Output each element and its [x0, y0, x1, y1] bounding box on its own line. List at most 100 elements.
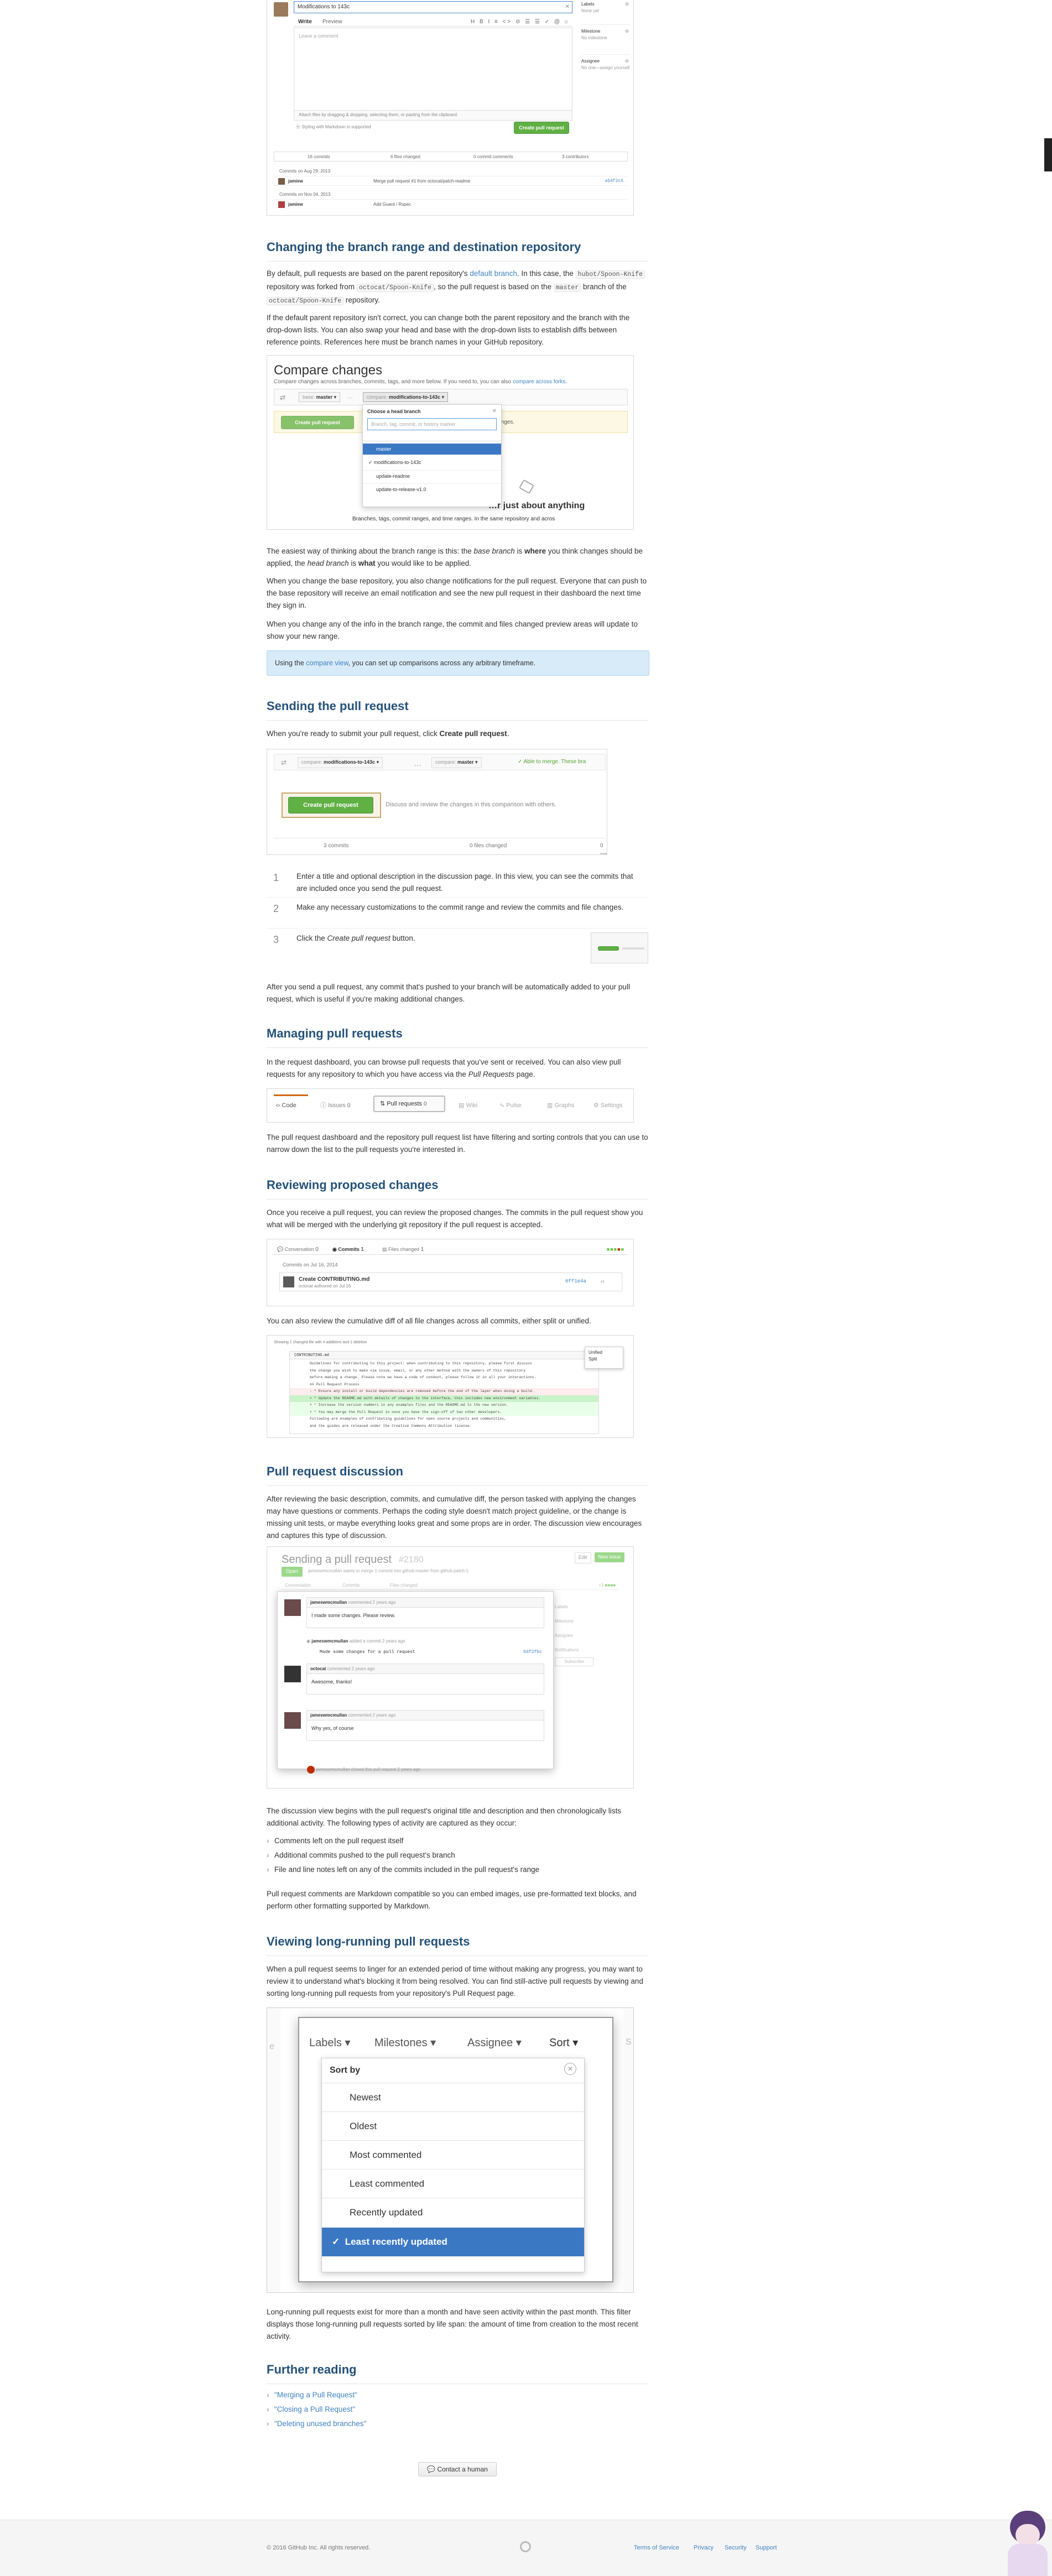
step-text: Click the Create pull request button. — [296, 934, 415, 942]
commit-sha[interactable]: ab4f2c5 — [605, 178, 623, 185]
contributors-count[interactable]: 3 contributors — [562, 154, 589, 160]
markdown-toolbar-icons[interactable]: H B I ≡ <> ⊘ ☰ ☰ ✓ @ ⌂ — [471, 18, 570, 27]
split-option[interactable]: Split — [589, 1356, 619, 1363]
tab-preview[interactable]: Preview — [322, 18, 342, 27]
sort-option-least-commented[interactable]: Least commented — [322, 2169, 584, 2198]
tab-files-changed[interactable]: Files changed — [390, 1582, 418, 1589]
subscribe-button[interactable]: Subscribe — [555, 1657, 593, 1666]
files-changed-count[interactable]: 0 files changed — [470, 842, 507, 851]
branch-filter-input[interactable]: Branch, tag, commit, or history marker — [367, 418, 497, 430]
sidebar-labels[interactable]: Labels None yet ⚙ — [581, 1, 630, 15]
labels-filter[interactable]: Labels ▾ — [309, 2035, 351, 2052]
contact-button[interactable]: 💬 Contact a human — [418, 2462, 497, 2476]
tab-conversation[interactable]: 💬 Conversation 0 — [277, 1245, 319, 1254]
tab-files-changed[interactable]: ▤ Files changed 1 — [382, 1245, 424, 1254]
compare-forks-link[interactable]: compare across forks — [513, 379, 566, 385]
tab-settings[interactable]: ⚙ Settings — [593, 1101, 623, 1110]
sidebar-milestone[interactable]: Milestone No milestone ⚙ — [581, 24, 630, 42]
sort-dropdown[interactable]: Sort by ✕ Newest Oldest Most commented L… — [321, 2058, 585, 2272]
comment-placeholder: Leave a comment — [299, 33, 338, 39]
create-pull-request-button[interactable]: Create pull request — [288, 797, 373, 814]
branch-paragraph-3: The easiest way of thinking about the br… — [267, 547, 643, 567]
commit-author[interactable]: jamiew — [288, 178, 303, 185]
browse-code-icon[interactable]: ‹› — [601, 1277, 605, 1286]
create-pull-request-button[interactable]: Create pull request — [281, 416, 354, 429]
sidebar-labels[interactable]: Labels — [555, 1600, 621, 1614]
tab-commits[interactable]: Commits — [342, 1582, 360, 1589]
commit-row[interactable]: jamiew Add Guard / Rspec — [274, 199, 628, 209]
tab-pulse[interactable]: ∿ Pulse — [499, 1101, 522, 1110]
support-link[interactable]: Support — [756, 2543, 777, 2553]
commit-message[interactable]: Add Guard / Rspec — [373, 201, 411, 208]
branch-range-bar: ⇄ base: master ▾ … compare: modification… — [274, 389, 628, 405]
sidebar-assignee[interactable]: Assignee No one—assign yourself ⚙ — [581, 54, 630, 72]
assignee-filter[interactable]: Assignee ▾ — [467, 2035, 522, 2052]
base-branch-select[interactable]: base: master ▾ — [299, 392, 341, 402]
commits-count[interactable]: 3 commits — [324, 842, 349, 851]
sort-option-oldest[interactable]: Oldest — [322, 2111, 584, 2140]
commit-row[interactable]: Create CONTRIBUTING.md octocat authored … — [279, 1273, 622, 1291]
branch-item[interactable]: update-readme — [363, 470, 501, 481]
new-issue-button[interactable]: New issue — [595, 1552, 624, 1562]
security-link[interactable]: Security — [725, 2543, 747, 2553]
terms-link[interactable]: Terms of Service — [634, 2543, 679, 2553]
clear-icon[interactable]: ✕ — [565, 2, 570, 13]
sidebar-milestone[interactable]: Milestone — [555, 1614, 621, 1629]
attach-files-bar[interactable]: Attach files by dragging & dropping, sel… — [294, 111, 572, 121]
sort-option-least-recently-updated[interactable]: ✓ Least recently updated — [322, 2228, 584, 2256]
commits-count[interactable]: 16 commits — [308, 154, 330, 160]
sort-filter[interactable]: Sort ▾ — [549, 2035, 578, 2052]
deleting-branches-link[interactable]: "Deleting unused branches" — [274, 2419, 366, 2428]
branch-dropdown[interactable]: Choose a head branch ✕ Branch, tag, comm… — [362, 404, 502, 507]
branch-item[interactable]: ✓ modifications-to-143c — [363, 457, 501, 468]
commit-author[interactable]: jamiew — [288, 201, 303, 208]
tab-write[interactable]: Write — [298, 18, 312, 27]
scrollbar[interactable] — [1044, 138, 1052, 171]
commit-message[interactable]: Merge pull request #1 from octocat/patch… — [373, 178, 470, 185]
commit-row[interactable]: jamiew Merge pull request #1 from octoca… — [274, 176, 628, 186]
diff-file-name[interactable]: CONTRIBUTING.md — [290, 1352, 598, 1359]
sort-option-newest[interactable]: Newest — [322, 2083, 584, 2111]
create-pull-request-button[interactable]: Create pull request — [514, 122, 569, 134]
base-branch-select[interactable]: compare: master ▾ — [431, 757, 482, 768]
branch-item-selected[interactable]: master — [363, 444, 501, 455]
gear-icon[interactable]: ⚙ — [625, 1, 629, 8]
comment-textarea[interactable]: Leave a comment — [294, 28, 572, 111]
files-changed-count[interactable]: 6 files changed — [390, 154, 420, 160]
commit-sha[interactable]: b6f2fbc — [523, 1649, 542, 1656]
head-branch-select[interactable]: compare: modifications-to-143c ▾ — [298, 757, 383, 768]
pr-title-input[interactable]: Modifications to 143c ✕ — [294, 1, 572, 13]
tab-graphs[interactable]: ▥ Graphs — [547, 1101, 575, 1110]
gear-icon[interactable]: ⚙ — [625, 58, 629, 65]
tab-code[interactable]: ‹› Code — [276, 1101, 296, 1110]
comments-count[interactable]: 0 com — [600, 842, 607, 854]
sort-option-recently-updated[interactable]: Recently updated — [322, 2198, 584, 2226]
tab-pull-requests[interactable]: ⇅ Pull requests 0 — [373, 1096, 445, 1112]
edit-button[interactable]: Edit — [575, 1552, 591, 1563]
closing-pr-link[interactable]: "Closing a Pull Request" — [274, 2405, 355, 2413]
tab-conversation[interactable]: Conversation — [285, 1582, 311, 1589]
merging-pr-link[interactable]: "Merging a Pull Request" — [274, 2391, 357, 2399]
milestones-filter[interactable]: Milestones ▾ — [374, 2035, 436, 2052]
close-icon[interactable]: ✕ — [492, 407, 497, 416]
unified-option[interactable]: Unified — [589, 1349, 619, 1356]
step-thumbnail[interactable] — [591, 932, 648, 963]
diff-view-menu[interactable]: Unified Split — [585, 1347, 623, 1369]
default-branch-link[interactable]: default branch — [470, 269, 517, 278]
tab-commits[interactable]: ◉ Commits 1 — [332, 1245, 364, 1254]
commit-comments-count[interactable]: 0 commit comments — [473, 154, 513, 160]
branch-item[interactable]: update-to-release-v1.0 — [363, 483, 501, 494]
compare-view-link[interactable]: compare view — [306, 659, 348, 667]
tag-icon — [518, 479, 535, 494]
filter-panel: Labels ▾ Milestones ▾ Assignee ▾ Sort ▾ … — [298, 2017, 613, 2282]
github-logo-icon[interactable] — [520, 2541, 531, 2552]
gear-icon[interactable]: ⚙ — [625, 28, 629, 35]
sidebar-assignee[interactable]: Assignee — [555, 1629, 621, 1643]
privacy-link[interactable]: Privacy — [694, 2543, 714, 2553]
close-icon[interactable]: ✕ — [564, 2063, 576, 2075]
tab-issues[interactable]: ⓘ Issues 0 — [320, 1101, 350, 1110]
commit-sha[interactable]: 6ff1e4a — [565, 1278, 586, 1286]
compare-branch-select[interactable]: compare: modifications-to-143c ▾ — [363, 392, 449, 402]
sort-option-most-commented[interactable]: Most commented — [322, 2140, 584, 2169]
tab-wiki[interactable]: ▤ Wiki — [459, 1101, 477, 1110]
